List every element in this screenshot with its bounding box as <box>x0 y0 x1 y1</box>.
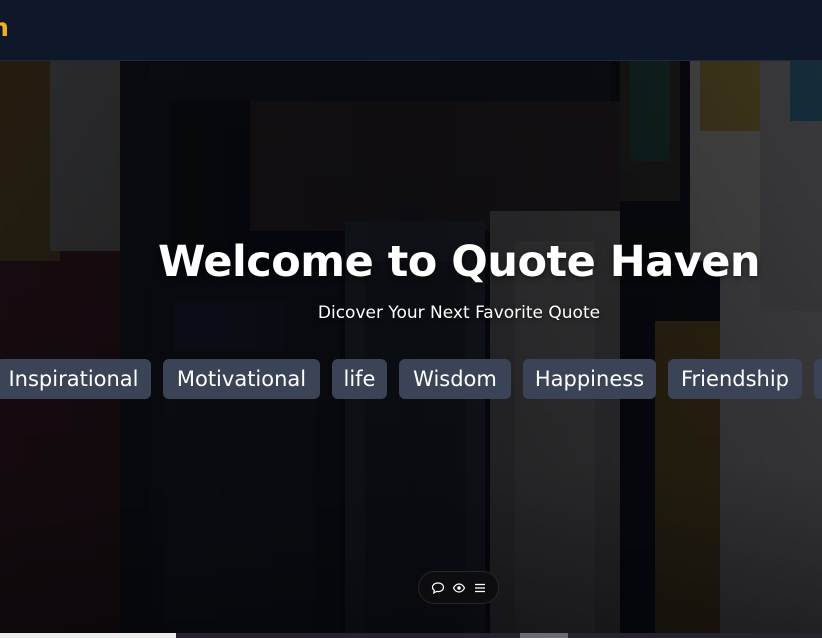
bottom-scroll-strip <box>0 633 822 638</box>
hero-subtitle: Dicover Your Next Favorite Quote <box>317 303 601 323</box>
tag-life[interactable]: life <box>332 359 387 399</box>
hero-overlay <box>0 61 822 638</box>
tag-overflow[interactable] <box>814 359 822 399</box>
bottom-strip-segment <box>520 633 568 638</box>
hero-section: Welcome to Quote Haven Dicover Your Next… <box>0 61 822 638</box>
eye-icon[interactable] <box>452 581 466 595</box>
tag-motivational[interactable]: Motivational <box>163 359 320 399</box>
category-tags: Inspirational Motivational life Wisdom H… <box>0 359 822 399</box>
tag-wisdom[interactable]: Wisdom <box>399 359 511 399</box>
floating-toolbar <box>418 571 499 604</box>
navbar: en <box>0 0 822 61</box>
tag-happiness[interactable]: Happiness <box>523 359 656 399</box>
brand-logo[interactable]: en <box>0 13 9 42</box>
tag-friendship[interactable]: Friendship <box>668 359 802 399</box>
menu-icon[interactable] <box>473 581 487 595</box>
tag-inspirational[interactable]: Inspirational <box>0 359 151 399</box>
hero-title: Welcome to Quote Haven <box>157 237 761 287</box>
bottom-strip-segment <box>0 633 176 638</box>
comment-icon[interactable] <box>431 581 445 595</box>
